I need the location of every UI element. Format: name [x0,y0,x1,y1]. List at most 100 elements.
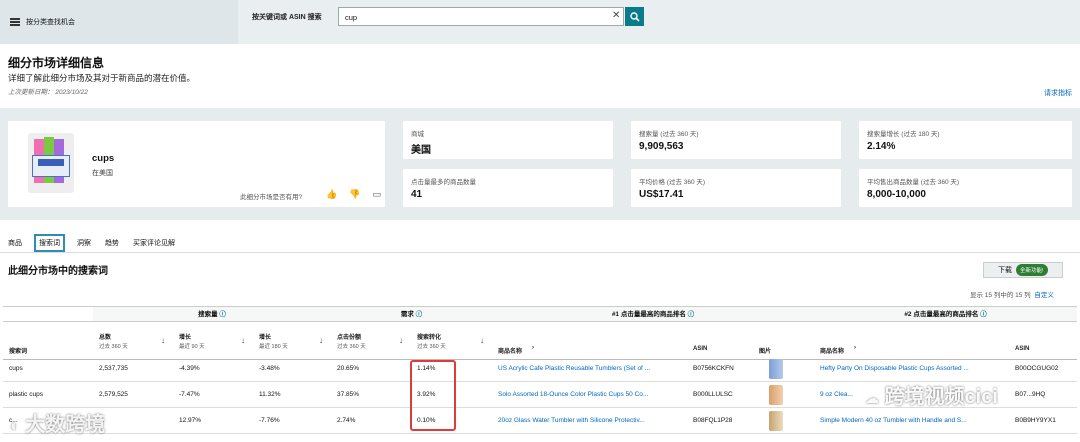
watermark-left: ◐ 大数跨境 [10,408,105,437]
cell-a1: B0756KCKFN [687,356,753,382]
col-product-name-2[interactable]: 商品名称 › [814,322,1009,360]
product-thumbnail-cell [753,408,814,434]
category-menu[interactable]: 按分类查找机会 [0,0,238,44]
cell-a2: B07...9HQ [1009,382,1077,408]
cell-total: 2,579,525 [93,382,173,408]
cell-a1: B08FQL1P28 [687,408,753,434]
cell-p1[interactable]: Solo Assorted 18-Ounce Color Plastic Cup… [492,382,687,408]
tab-trends[interactable]: 趋势 [103,235,121,251]
col-sub: 过去 360 天 [337,344,366,350]
col-click-share[interactable]: 点击份额过去 360 天 ↓ [331,322,411,360]
section-title: 此细分市场中的搜索词 [8,266,108,277]
watermark-text: 大数跨境 [25,414,106,436]
product-name: cups [92,153,115,164]
sort-arrow-icon[interactable]: ↓ [241,336,245,345]
cell-term: plastic cups [3,382,93,408]
cell-g90: 12.97% [173,408,253,434]
search-button[interactable] [625,7,644,26]
stat-label: 搜索量增长 (过去 180 天) [867,131,940,138]
cell-p1[interactable]: 20oz Glass Water Tumbler with Silicone P… [492,408,687,434]
col-growth-90[interactable]: 增长最近 90 天 ↓ [173,322,253,360]
group-demand: 需求 ⓘ [331,306,492,322]
stat-top-clicked: 点击量最多的商品数量 41 [403,169,613,207]
col-asin[interactable]: ASIN [687,322,753,360]
product-card: cups 在美国 此细分市场是否有用? 👍 👎 ▭ [8,121,385,207]
cell-g180: 11.32% [253,382,331,408]
product-thumbnail[interactable] [769,385,783,405]
stat-label: 点击量最多的商品数量 [411,179,476,186]
col-total[interactable]: 总数 过去 360 天 ↓ [93,322,173,360]
cell-a1: B000LLULSC [687,382,753,408]
col-image: 图片 [753,322,814,360]
menu-icon[interactable] [10,18,20,26]
col-growth-180[interactable]: 增长 最近 180 天 ↓ [253,322,331,360]
comment-icon[interactable]: ▭ [372,189,381,200]
sort-arrow-icon[interactable]: ↓ [480,336,484,345]
cell-g90: -7.47% [173,382,253,408]
cell-p2[interactable]: Hefty Party On Disposable Plastic Cups A… [814,356,1009,382]
cell-a2: B0B9HY9YX1 [1009,408,1077,434]
group-volume: 搜索量 ⓘ [93,306,331,322]
stat-label: 搜索量 (过去 360 天) [639,131,699,138]
stat-value: 41 [411,189,423,200]
product-location: 在美国 [92,170,113,177]
page-subtitle: 详细了解此细分市场及其对于新商品的潜在价值。 [8,73,196,83]
clear-icon[interactable]: ✕ [612,10,620,21]
tab-products[interactable]: 商品 [6,235,24,251]
col-label: ASIN [693,346,708,352]
col-label: 搜索转化 [417,335,442,341]
useful-question: 此细分市场是否有用? [240,194,303,201]
col-label: 商品名称 [498,349,523,355]
col-asin-2[interactable]: ASIN [1009,322,1077,360]
col-label: 图片 [759,349,772,355]
col-sub: 最近 90 天 [179,344,205,350]
cell-click: 20.65% [331,356,411,382]
col-label: ASIN [1015,346,1030,352]
download-label: 下载 [998,267,1012,274]
col-label: 点击份额 [337,335,362,341]
cell-p2[interactable]: Simple Modern 40 oz Tumbler with Handle … [814,408,1009,434]
cell-term: cups [3,356,93,382]
col-label: 增长 [179,335,192,341]
product-thumbnail[interactable] [769,359,783,379]
search-label: 按关键词或 ASIN 搜索 [252,14,322,21]
search-input[interactable]: cup [338,7,624,26]
tab-search-terms[interactable]: 搜索词 [34,233,65,252]
stat-value: 美国 [411,145,431,156]
watermark-logo-icon: ◐ [10,418,20,435]
info-icon[interactable]: ⓘ [980,311,987,318]
col-conversion[interactable]: 搜索转化过去 360 天 ↓ [411,322,492,360]
column-count-text: 显示 15 列中的 15 列 [970,292,1031,299]
cell-click: 37.85% [331,382,411,408]
col-sub: 过去 360 天 [417,344,446,350]
chevron-right-icon[interactable]: › [532,345,534,351]
col-label: 搜索词 [9,349,28,355]
col-product-name[interactable]: 商品名称 › [492,322,687,360]
group-label: #2 点击量最高的商品排名 [904,311,979,318]
sort-arrow-icon[interactable]: ↓ [161,336,165,345]
group-top2: #2 点击量最高的商品排名 ⓘ [814,306,1077,322]
product-thumbnail[interactable] [769,411,783,431]
sort-arrow-icon[interactable]: ↓ [399,336,403,345]
watermark-text: 跨境视频cici [884,386,998,408]
info-icon[interactable]: ⓘ [219,311,226,318]
thumbs-down-icon[interactable]: 👎 [349,189,360,200]
tab-insights[interactable]: 洞察 [75,235,93,251]
download-button[interactable]: 下载 全新功能! [983,262,1063,278]
chevron-right-icon[interactable]: › [854,345,856,351]
info-icon[interactable]: ⓘ [416,311,423,318]
col-label: 总数 [99,335,112,341]
group-label: 搜索量 [198,311,218,318]
info-icon[interactable]: ⓘ [688,311,695,318]
customize-link[interactable]: 自定义 [1034,292,1054,299]
tab-reviews[interactable]: 买家评论见解 [131,235,177,251]
cell-p1[interactable]: US Acrylic Cafe Plastic Reusable Tumbler… [492,356,687,382]
request-metrics-link[interactable]: 请求指标 [1044,88,1072,98]
column-count: 显示 15 列中的 15 列 自定义 [970,289,1054,299]
col-term[interactable]: 搜索词 [3,322,93,360]
cell-click: 2.74% [331,408,411,434]
sort-arrow-icon[interactable]: ↓ [319,336,323,345]
group-label: 需求 [400,311,414,318]
page-header: 细分市场详细信息 详细了解此细分市场及其对于新商品的潜在价值。 上次更新日期： … [0,44,1080,106]
thumbs-up-icon[interactable]: 👍 [326,189,337,200]
